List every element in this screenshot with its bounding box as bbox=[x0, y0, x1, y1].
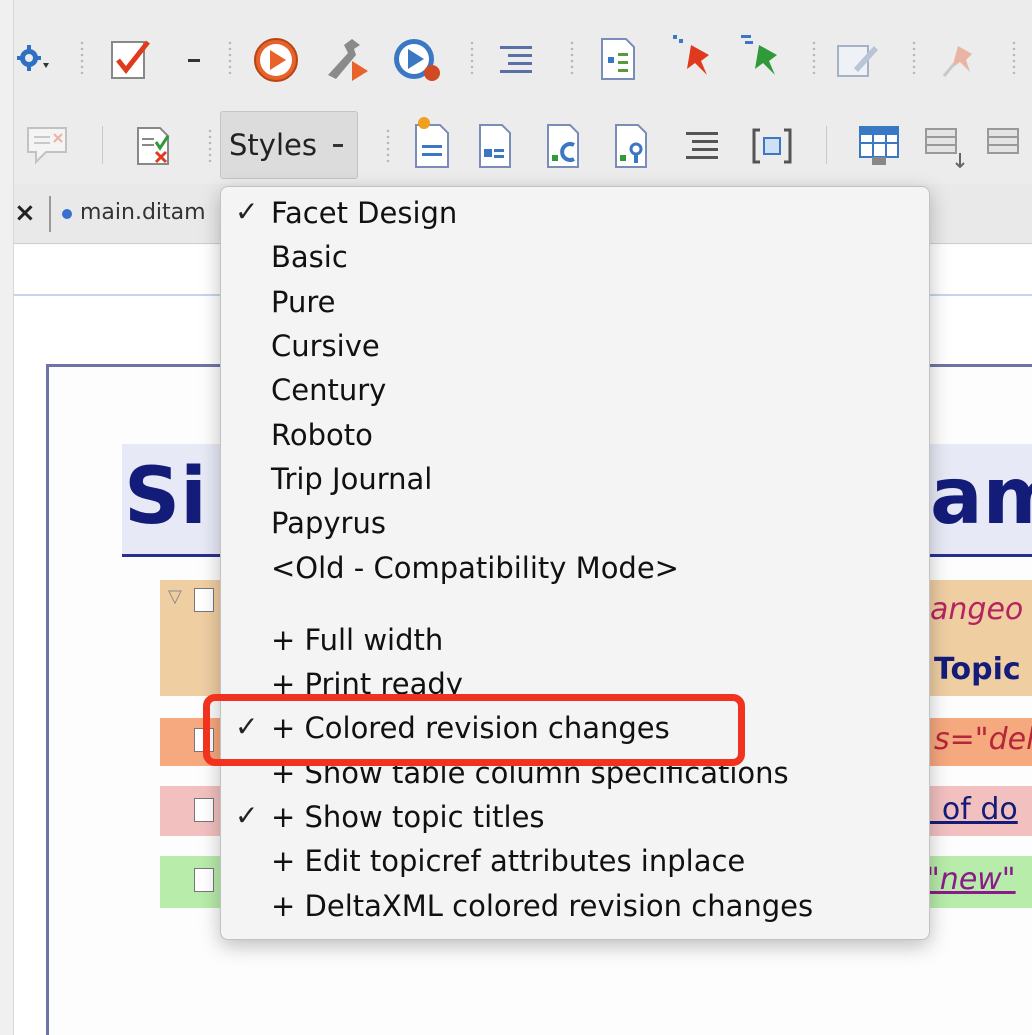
gear-icon[interactable] bbox=[14, 38, 54, 78]
menu-item-papyrus[interactable]: Papyrus bbox=[221, 503, 929, 547]
menu-item-old-compatibility-mode[interactable]: <Old - Compatibility Mode> bbox=[221, 548, 929, 592]
wrench-config-icon[interactable] bbox=[320, 34, 376, 86]
menu-item-roboto[interactable]: Roboto bbox=[221, 415, 929, 459]
menu-item-cursive[interactable]: Cursive bbox=[221, 326, 929, 370]
close-icon[interactable]: × bbox=[14, 198, 36, 228]
table-icon[interactable] bbox=[854, 120, 904, 172]
play-transform-icon[interactable] bbox=[250, 34, 302, 86]
tab-main-ditamap[interactable]: main.ditam bbox=[80, 200, 206, 225]
menu-item-pure[interactable]: Pure bbox=[221, 282, 929, 326]
edit-disabled-icon[interactable] bbox=[832, 36, 882, 84]
topic-link-text[interactable]: l of do bbox=[924, 792, 1018, 827]
debug-run-icon[interactable] bbox=[390, 34, 446, 86]
toolbar-separator bbox=[208, 128, 212, 162]
list-lines-icon[interactable] bbox=[680, 124, 724, 168]
format-indent-icon[interactable] bbox=[494, 38, 538, 82]
check-icon: ✓ bbox=[235, 195, 259, 228]
map-title-start: Si bbox=[124, 452, 207, 542]
menu-item-deltaxml-colored-revision-changes[interactable]: + DeltaXML colored revision changes bbox=[221, 886, 929, 930]
bracket-reference-icon[interactable] bbox=[748, 124, 796, 168]
topic-reference-icon[interactable] bbox=[470, 120, 520, 172]
toolbar-separator bbox=[228, 40, 232, 74]
pin-red-icon[interactable] bbox=[666, 30, 718, 84]
highlight-annotation-box bbox=[203, 694, 745, 766]
styles-menu: ✓ Facet Design Basic Pure Cursive Centur… bbox=[220, 186, 930, 940]
check-icon: ✓ bbox=[235, 799, 259, 832]
track-changes-icon[interactable] bbox=[130, 122, 178, 170]
insert-row-icon[interactable] bbox=[982, 122, 1032, 172]
menu-item-facet-design[interactable]: ✓ Facet Design bbox=[221, 193, 929, 237]
menu-item-full-width[interactable]: + Full width bbox=[221, 620, 929, 664]
menu-item-trip-journal[interactable]: Trip Journal bbox=[221, 459, 929, 503]
menu-item-edit-topicref-attributes-inplace[interactable]: + Edit topicref attributes inplace bbox=[221, 841, 929, 885]
toolbar-separator bbox=[1012, 40, 1016, 74]
insert-chapter-icon[interactable] bbox=[538, 120, 588, 172]
map-document-icon[interactable] bbox=[594, 34, 642, 84]
insert-keyref-icon[interactable] bbox=[606, 120, 656, 172]
comment-disabled-icon[interactable] bbox=[22, 122, 72, 168]
tab-divider bbox=[49, 196, 51, 232]
toolbar-separator bbox=[812, 40, 816, 74]
pin-green-icon[interactable] bbox=[734, 30, 786, 84]
toolbar-divider bbox=[102, 126, 103, 164]
toolbar-separator bbox=[386, 128, 390, 162]
topic-label-text: Topic bbox=[934, 652, 1021, 687]
toolbar-divider bbox=[826, 126, 827, 164]
menu-item-basic[interactable]: Basic bbox=[221, 237, 929, 281]
pin-disabled-icon[interactable] bbox=[934, 36, 980, 84]
toolbar-separator bbox=[470, 40, 474, 74]
status-deleted-text: s="dele bbox=[934, 722, 1032, 757]
collapse-triangle-icon[interactable]: ▽ bbox=[168, 586, 182, 607]
topic-file-icon bbox=[194, 798, 214, 822]
validate-check-icon[interactable] bbox=[106, 34, 156, 84]
styles-button-label: Styles bbox=[229, 128, 317, 162]
menu-item-show-topic-titles[interactable]: ✓ + Show topic titles bbox=[221, 797, 929, 841]
map-title-end: am bbox=[930, 452, 1032, 542]
main-toolbar bbox=[14, 0, 1032, 108]
new-topic-icon[interactable] bbox=[406, 114, 458, 172]
status-attribute-text: angeo bbox=[930, 592, 1024, 627]
toolbar-separator bbox=[912, 40, 916, 74]
insert-row-below-icon[interactable] bbox=[920, 122, 970, 172]
secondary-toolbar bbox=[14, 108, 1032, 184]
dropdown-arrow-icon[interactable] bbox=[182, 48, 206, 72]
topic-file-icon bbox=[194, 868, 214, 892]
topic-file-icon bbox=[194, 588, 214, 612]
toolbar-separator bbox=[570, 40, 574, 74]
status-new-text: "new" bbox=[926, 862, 1016, 897]
styles-dropdown-button[interactable]: Styles bbox=[220, 111, 358, 179]
left-edge-strip bbox=[0, 0, 14, 1035]
menu-item-century[interactable]: Century bbox=[221, 370, 929, 414]
toolbar-separator bbox=[80, 40, 84, 74]
modified-dot-icon bbox=[62, 209, 72, 219]
chevron-down-icon bbox=[331, 133, 345, 158]
